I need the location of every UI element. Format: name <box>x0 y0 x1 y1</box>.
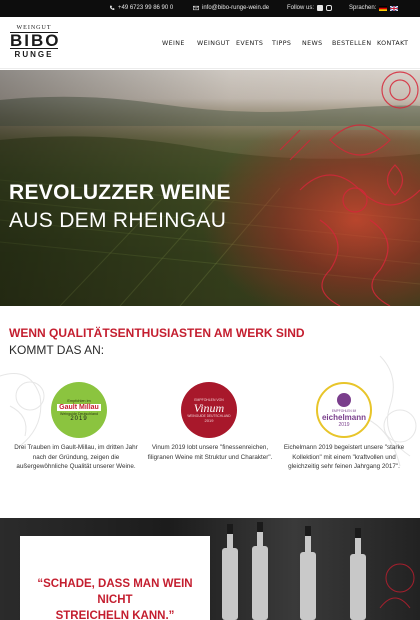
page: +49 6723 99 86 90 0 info@bibo-runge-wein… <box>0 0 420 620</box>
instagram-icon[interactable] <box>326 5 333 11</box>
vinum-description: Vinum 2019 lobt unsere "finessenreichen,… <box>147 444 273 461</box>
language-label: Sprachen: <box>349 5 377 11</box>
awards-section: WENN QUALITÄTSENTHUSIASTEN AM WERK SIND … <box>0 306 420 518</box>
badge-year: 2019 <box>70 415 88 422</box>
quote-section: “SCHADE, DASS MAN WEIN NICHT STREICHELN … <box>0 518 420 620</box>
quote-line: “SCHADE, DASS MAN WEIN NICHT <box>37 578 193 606</box>
nav-item-events[interactable]: EVENTS <box>236 40 263 47</box>
phone-icon <box>110 5 115 10</box>
follow-label: Follow us: <box>287 5 315 11</box>
badge-name: Vinum <box>193 400 225 415</box>
nav-item-kontakt[interactable]: KONTAKT <box>377 40 408 47</box>
phone-number: +49 6723 99 86 90 0 <box>118 5 174 11</box>
awards-heading: WENN QUALITÄTSENTHUSIASTEN AM WERK SIND <box>9 326 305 340</box>
vinum-badge: EMPFOHLEN VON Vinum WEINGUIDE DEUTSCHLAN… <box>181 382 237 438</box>
badge-name: eichelmann <box>321 412 366 422</box>
eichelmann-badge: EMPFOHLEN IM eichelmann 2019 <box>316 382 372 438</box>
email-address: info@bibo-runge-wein.de <box>202 5 270 11</box>
hero-subtitle: AUS DEM RHEINGAU <box>9 209 227 232</box>
nav-item-news[interactable]: NEWS <box>302 40 323 47</box>
badge-line: Empfohlen im <box>67 398 91 403</box>
gault-millau-description: Drei Trauben im Gault-Millau, im dritten… <box>14 444 138 471</box>
awards-subheading: KOMMT DAS AN: <box>9 343 105 357</box>
quote-line: STREICHELN KANN.” <box>55 610 175 620</box>
english-flag-icon[interactable] <box>390 5 399 11</box>
german-flag-icon[interactable] <box>379 5 388 11</box>
quote-card: “SCHADE, DASS MAN WEIN NICHT STREICHELN … <box>20 536 210 620</box>
hero-title: REVOLUZZER WEINE <box>9 181 231 204</box>
phone-link[interactable]: +49 6723 99 86 90 0 <box>109 5 173 11</box>
nav-item-weine[interactable]: WEINE <box>162 40 185 47</box>
facebook-icon[interactable] <box>317 5 324 11</box>
site-header: WEINGUT BIBO RUNGE WEINE WEINGUT EVENTS … <box>0 17 420 69</box>
gault-millau-badge: Empfohlen im Gault Millau Weinguide Deut… <box>51 382 107 438</box>
main-nav: WEINE WEINGUT EVENTS TIPPS NEWS BESTELLE… <box>0 40 420 50</box>
language-switch: Sprachen: <box>349 5 399 11</box>
mail-icon <box>193 5 199 11</box>
badge-year: 2019 <box>338 421 350 428</box>
badge-year: 2019 <box>204 417 214 423</box>
social-links: Follow us: <box>287 5 333 11</box>
nav-item-tipps[interactable]: TIPPS <box>272 40 291 47</box>
nav-item-bestellen[interactable]: BESTELLEN <box>332 40 371 47</box>
eichelmann-description: Eichelmann 2019 begeistert unsere "stark… <box>283 444 405 471</box>
eichelmann-emblem-icon <box>337 392 351 407</box>
logo-bottom-text: RUNGE <box>14 50 54 59</box>
quote-text: “SCHADE, DASS MAN WEIN NICHT STREICHELN … <box>20 576 210 620</box>
hero-banner: REVOLUZZER WEINE AUS DEM RHEINGAU <box>0 70 420 306</box>
email-link[interactable]: info@bibo-runge-wein.de <box>193 5 269 11</box>
top-bar: +49 6723 99 86 90 0 info@bibo-runge-wein… <box>0 0 420 17</box>
nav-item-weingut[interactable]: WEINGUT <box>197 40 230 47</box>
badge-name: Gault Millau <box>57 403 101 411</box>
